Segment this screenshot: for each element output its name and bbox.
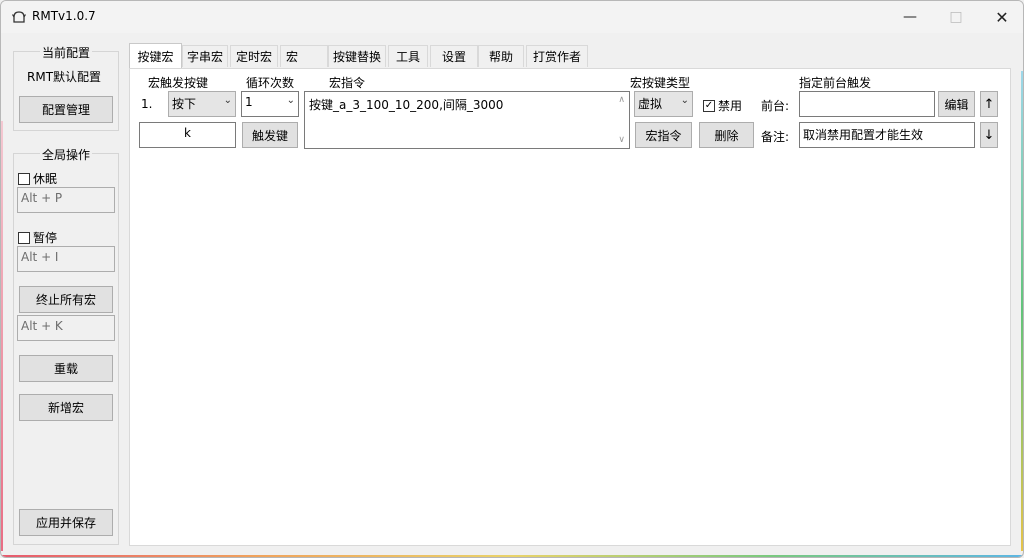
row-index: 1. (141, 97, 153, 111)
window-edge-bottom (1, 555, 1023, 557)
pause-label: 暂停 (33, 231, 58, 245)
tab-donate[interactable]: 打赏作者 (526, 45, 588, 67)
disable-checkbox[interactable]: ✓ 禁用 (703, 97, 742, 114)
delete-button[interactable]: 删除 (699, 122, 754, 148)
macro-command-text: 按键_a_3_100_10_200,间隔_3000 (309, 98, 504, 112)
macro-command-textarea[interactable]: 按键_a_3_100_10_200,间隔_3000 ∧ ∨ (304, 91, 630, 149)
scroll-up-icon[interactable]: ∧ (618, 95, 625, 105)
header-foreground-trigger: 指定前台触发 (799, 76, 872, 90)
tab-macro[interactable]: 宏 (280, 45, 328, 67)
tab-timer-macro[interactable]: 定时宏 (230, 45, 278, 67)
tab-key-macro[interactable]: 按键宏 (129, 43, 182, 68)
checkmark-icon[interactable]: ✓ (703, 99, 715, 112)
sleep-checkbox-box[interactable] (18, 172, 30, 185)
foreground-input[interactable] (799, 91, 935, 117)
disable-label: 禁用 (718, 99, 743, 113)
edit-button[interactable]: 编辑 (938, 91, 975, 117)
header-macro-key-type: 宏按键类型 (630, 76, 691, 90)
maximize-button[interactable]: □ (933, 1, 979, 33)
sleep-label: 休眠 (33, 172, 58, 186)
note-label: 备注: (761, 130, 790, 144)
scroll-down-icon[interactable]: ∨ (618, 135, 625, 145)
tab-settings[interactable]: 设置 (430, 45, 478, 67)
window-title: RMTv1.0.7 (32, 9, 96, 23)
trigger-mode-select[interactable]: 按下 ⌄ (168, 91, 236, 117)
minimize-button[interactable]: — (887, 1, 933, 33)
config-manage-button[interactable]: 配置管理 (19, 96, 113, 123)
tab-string-macro[interactable]: 字串宏 (182, 45, 228, 67)
loop-count-select[interactable]: 1 ⌄ (241, 91, 299, 117)
window-edge-left (1, 121, 3, 551)
window-edge-right (1021, 71, 1023, 551)
macro-key-type-value: 虚拟 (638, 97, 663, 111)
reload-button[interactable]: 重载 (19, 355, 113, 382)
header-trigger-key: 宏触发按键 (148, 76, 209, 90)
sleep-hotkey-field[interactable]: Alt + P (17, 187, 115, 213)
note-input[interactable]: 取消禁用配置才能生效 (799, 122, 975, 148)
tab-help[interactable]: 帮助 (478, 45, 524, 67)
loop-count-value: 1 (245, 95, 253, 109)
header-loop-count: 循环次数 (246, 76, 295, 90)
sleep-checkbox[interactable]: 休眠 (18, 170, 57, 187)
chevron-down-icon: ⌄ (680, 95, 689, 106)
trigger-mode-value: 按下 (172, 97, 197, 111)
pause-checkbox-box[interactable] (18, 231, 30, 244)
title-bar: RMTv1.0.7 — □ ✕ (1, 1, 1023, 33)
stop-all-macros-button[interactable]: 终止所有宏 (19, 286, 113, 313)
pause-hotkey-field[interactable]: Alt + I (17, 246, 115, 272)
close-button[interactable]: ✕ (979, 1, 1023, 33)
trigger-key-input[interactable]: k (139, 122, 236, 148)
stop-all-hotkey-field[interactable]: Alt + K (17, 315, 115, 341)
move-up-button[interactable]: ↑ (980, 91, 998, 117)
pause-checkbox[interactable]: 暂停 (18, 229, 57, 246)
app-logo-icon (11, 11, 27, 23)
tab-key-replace[interactable]: 按键替换 (328, 45, 386, 67)
apply-save-button[interactable]: 应用并保存 (19, 509, 113, 536)
chevron-down-icon: ⌄ (223, 95, 232, 106)
trigger-key-button[interactable]: 触发键 (242, 122, 298, 148)
tab-tools[interactable]: 工具 (388, 45, 428, 67)
current-config-title: 当前配置 (40, 44, 93, 61)
header-macro-command: 宏指令 (329, 76, 366, 90)
move-down-button[interactable]: ↓ (980, 122, 998, 148)
app-window: RMTv1.0.7 — □ ✕ 当前配置 RMT默认配置 配置管理 全局操作 休… (0, 0, 1024, 558)
add-macro-button[interactable]: 新增宏 (19, 394, 113, 421)
macro-command-button[interactable]: 宏指令 (635, 122, 692, 148)
macro-key-type-select[interactable]: 虚拟 ⌄ (634, 91, 693, 117)
chevron-down-icon: ⌄ (286, 95, 295, 106)
foreground-label: 前台: (761, 99, 790, 113)
current-config-value: RMT默认配置 (27, 70, 102, 84)
global-ops-title: 全局操作 (40, 146, 93, 163)
